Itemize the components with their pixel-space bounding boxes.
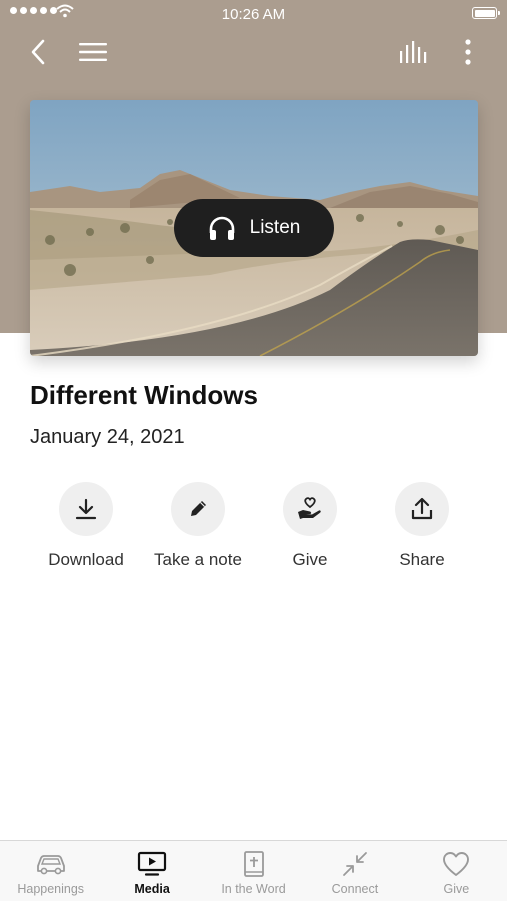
listen-label: Listen bbox=[249, 217, 301, 238]
audio-player-button[interactable] bbox=[396, 36, 432, 68]
tab-bar: Happenings Media In the Word Connect Giv… bbox=[0, 840, 507, 901]
status-time: 10:26 AM bbox=[221, 6, 286, 23]
give-label: Give bbox=[292, 550, 328, 569]
audio-bars-icon bbox=[400, 41, 427, 63]
tab-label-give: Give bbox=[443, 882, 470, 896]
vertical-dots-icon bbox=[465, 39, 471, 65]
tab-in-the-word[interactable]: In the Word bbox=[203, 841, 304, 901]
tab-media[interactable]: Media bbox=[101, 841, 202, 901]
take-note-label: Take a note bbox=[154, 550, 242, 569]
hand-heart-icon bbox=[298, 497, 321, 519]
sermon-date: January 24, 2021 bbox=[30, 426, 185, 448]
tab-give[interactable]: Give bbox=[406, 841, 507, 901]
download-icon-circle bbox=[59, 482, 113, 536]
bible-icon bbox=[243, 851, 264, 877]
menu-button[interactable] bbox=[76, 36, 110, 68]
share-icon-circle bbox=[395, 482, 449, 536]
heart-icon bbox=[443, 852, 470, 876]
sermon-title: Different Windows bbox=[30, 380, 258, 410]
share-icon bbox=[411, 497, 433, 520]
tv-play-icon bbox=[138, 851, 167, 876]
headphones-icon bbox=[209, 216, 234, 240]
battery-icon bbox=[472, 7, 500, 19]
pencil-icon-circle bbox=[171, 482, 225, 536]
status-bar: 10:26 AM bbox=[0, 0, 507, 28]
tab-label-happenings: Happenings bbox=[17, 882, 85, 896]
tab-label-connect: Connect bbox=[331, 882, 379, 896]
download-label: Download bbox=[48, 550, 124, 569]
hamburger-menu-icon bbox=[79, 43, 107, 61]
share-button[interactable]: Share bbox=[366, 482, 478, 570]
tab-label-in-the-word: In the Word bbox=[221, 882, 286, 896]
arrows-collapse-icon bbox=[343, 852, 367, 876]
listen-button[interactable]: Listen bbox=[174, 199, 334, 257]
chevron-left-icon bbox=[31, 39, 45, 65]
share-label: Share bbox=[399, 550, 445, 569]
download-icon bbox=[75, 498, 97, 520]
tab-happenings[interactable]: Happenings bbox=[0, 841, 101, 901]
give-icon-circle bbox=[283, 482, 337, 536]
tab-label-media: Media bbox=[134, 882, 170, 896]
pencil-icon bbox=[191, 501, 206, 516]
tab-connect[interactable]: Connect bbox=[304, 841, 405, 901]
more-options-button[interactable] bbox=[456, 36, 480, 68]
give-button[interactable]: Give bbox=[254, 482, 366, 570]
back-button[interactable] bbox=[24, 36, 52, 68]
take-note-button[interactable]: Take a note bbox=[142, 482, 254, 570]
download-button[interactable]: Download bbox=[30, 482, 142, 570]
car-icon bbox=[36, 855, 65, 875]
